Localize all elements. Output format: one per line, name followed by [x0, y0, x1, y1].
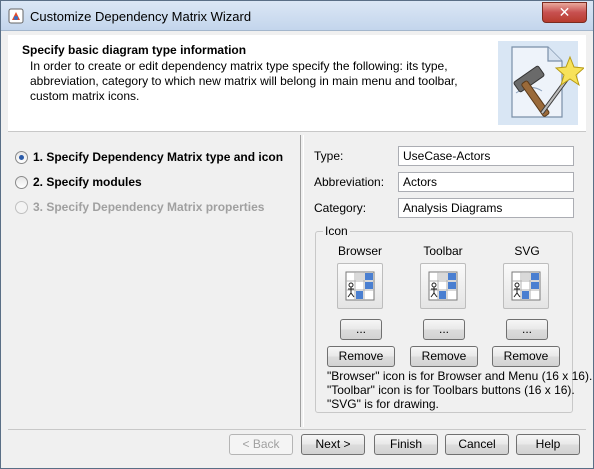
- svg-browse-button[interactable]: ...: [506, 319, 548, 340]
- note-line: "Toolbar" icon is for Toolbars buttons (…: [327, 383, 575, 397]
- wizard-hammer-wand-icon: [498, 41, 584, 125]
- svg-remove-button[interactable]: Remove: [492, 346, 560, 367]
- wizard-header: Specify basic diagram type information I…: [8, 35, 586, 132]
- dependency-matrix-icon: [511, 271, 541, 301]
- category-label: Category:: [314, 201, 367, 215]
- finish-button[interactable]: Finish: [374, 434, 438, 455]
- toolbar-icon-preview: [420, 263, 466, 309]
- window-title: Customize Dependency Matrix Wizard: [30, 9, 252, 24]
- close-button[interactable]: ✕: [542, 2, 587, 23]
- next-button[interactable]: Next >: [301, 434, 365, 455]
- note-line: "SVG" is for drawing.: [327, 397, 439, 411]
- header-description: In order to create or edit dependency ma…: [30, 59, 458, 103]
- svg-icon-label: SVG: [514, 244, 540, 258]
- dependency-matrix-icon: [428, 271, 458, 301]
- cancel-button[interactable]: Cancel: [445, 434, 509, 455]
- step-radio-disabled: [15, 201, 28, 214]
- toolbar-remove-button[interactable]: Remove: [410, 346, 478, 367]
- type-label: Type:: [314, 149, 344, 163]
- title-bar[interactable]: Customize Dependency Matrix Wizard ✕: [1, 1, 593, 31]
- footer-divider: [8, 429, 586, 430]
- magicdraw-app-icon: [8, 8, 24, 24]
- back-button[interactable]: < Back: [229, 434, 293, 455]
- pane-splitter[interactable]: [300, 135, 304, 427]
- toolbar-icon-label: Toolbar: [423, 244, 463, 258]
- browser-icon-label: Browser: [337, 244, 382, 258]
- abbreviation-input[interactable]: Actors: [398, 172, 574, 192]
- type-input[interactable]: UseCase-Actors: [398, 146, 574, 166]
- category-input[interactable]: Analysis Diagrams: [398, 198, 574, 218]
- svg-icon-preview: [503, 263, 549, 309]
- header-title: Specify basic diagram type information: [22, 43, 247, 57]
- browser-remove-button[interactable]: Remove: [327, 346, 395, 367]
- dependency-matrix-icon: [345, 271, 375, 301]
- step-label: 3. Specify Dependency Matrix properties: [33, 200, 265, 214]
- abbreviation-label: Abbreviation:: [314, 175, 385, 189]
- icon-group-legend: Icon: [323, 224, 350, 238]
- step-radio[interactable]: [15, 176, 28, 189]
- note-line: "Browser" icon is for Browser and Menu (…: [327, 369, 593, 383]
- toolbar-browse-button[interactable]: ...: [423, 319, 465, 340]
- step-label: 1. Specify Dependency Matrix type and ic…: [33, 150, 284, 164]
- browser-browse-button[interactable]: ...: [340, 319, 382, 340]
- wizard-window: Customize Dependency Matrix Wizard ✕ Spe…: [0, 0, 594, 469]
- step-radio-selected[interactable]: [15, 151, 28, 164]
- browser-icon-preview: [337, 263, 383, 309]
- icon-notes: "Browser" icon is for Browser and Menu (…: [327, 369, 592, 411]
- help-button[interactable]: Help: [516, 434, 580, 455]
- step-label: 2. Specify modules: [33, 175, 142, 189]
